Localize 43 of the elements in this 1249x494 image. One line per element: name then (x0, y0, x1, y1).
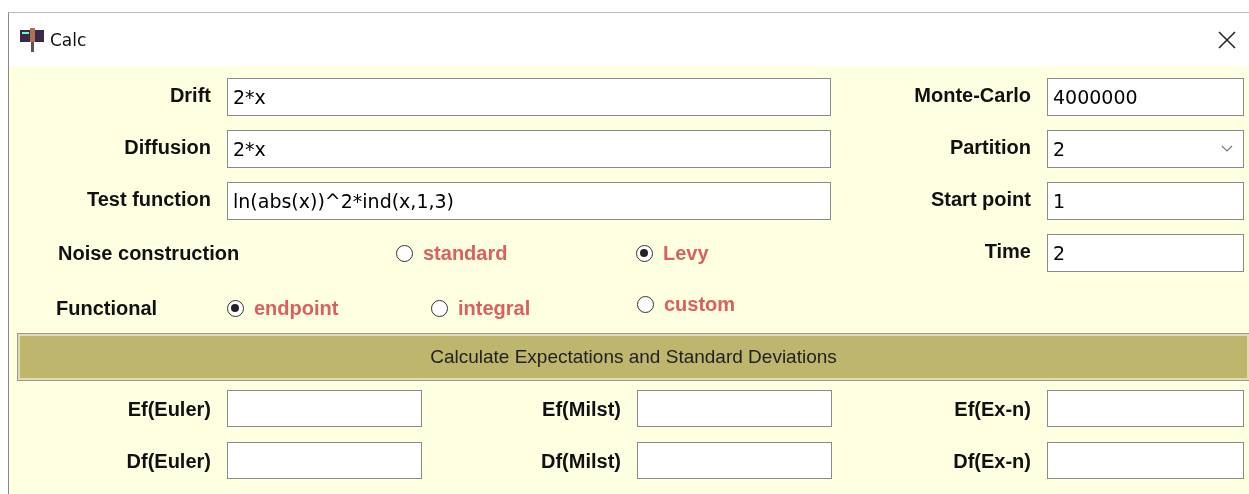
chevron-down-icon (1221, 145, 1233, 153)
option-label[interactable]: custom (664, 292, 736, 316)
option-label[interactable]: standard (423, 241, 508, 265)
radio-button[interactable] (396, 244, 413, 262)
calculate-button[interactable]: Calculate Expectations and Standard Deviations (18, 334, 1249, 380)
app-icon (20, 26, 44, 53)
field-label: Time (984, 240, 1031, 263)
group-label: Noise construction (58, 241, 241, 265)
result-field[interactable] (227, 390, 422, 427)
radio-button[interactable] (637, 295, 654, 313)
field-label: Drift (169, 84, 211, 107)
option-label[interactable]: Levy (663, 241, 709, 265)
field-label: Diffusion (124, 136, 211, 159)
radio-button[interactable] (227, 299, 244, 317)
result-field[interactable] (1047, 442, 1244, 479)
group-label: Functional (56, 296, 159, 320)
field-label: Partition (949, 136, 1031, 159)
window-title: Calc (50, 29, 87, 50)
close-icon[interactable] (1217, 29, 1237, 50)
field-label: Monte-Carlo (914, 84, 1031, 107)
radio-button[interactable] (431, 299, 448, 317)
field-label: Test function (86, 188, 211, 211)
radio-button[interactable] (636, 244, 653, 262)
result-field[interactable] (637, 442, 832, 479)
option-label[interactable]: integral (458, 296, 531, 320)
option-label[interactable]: endpoint (254, 296, 339, 320)
result-label: Df(Euler) (126, 450, 211, 473)
result-label: Ef(Milst) (542, 398, 621, 421)
input-field[interactable]: ln(abs(x))^2*ind(x,1,3) (227, 182, 831, 220)
input-field[interactable]: 2 (1047, 234, 1244, 272)
input-field[interactable]: 2*x (227, 130, 831, 168)
result-field[interactable] (227, 442, 422, 479)
dropdown[interactable]: 2 (1047, 130, 1244, 168)
result-field[interactable] (637, 390, 832, 427)
result-label: Ef(Euler) (127, 398, 211, 421)
field-label: Start point (931, 188, 1031, 211)
input-field[interactable]: 2*x (227, 78, 831, 116)
result-field[interactable] (1047, 390, 1244, 427)
result-label: Ef(Ex-n) (954, 398, 1031, 421)
result-label: Df(Ex-n) (953, 450, 1031, 473)
result-label: Df(Milst) (541, 450, 621, 473)
input-field[interactable]: 4000000 (1047, 78, 1244, 116)
input-field[interactable]: 1 (1047, 182, 1244, 220)
